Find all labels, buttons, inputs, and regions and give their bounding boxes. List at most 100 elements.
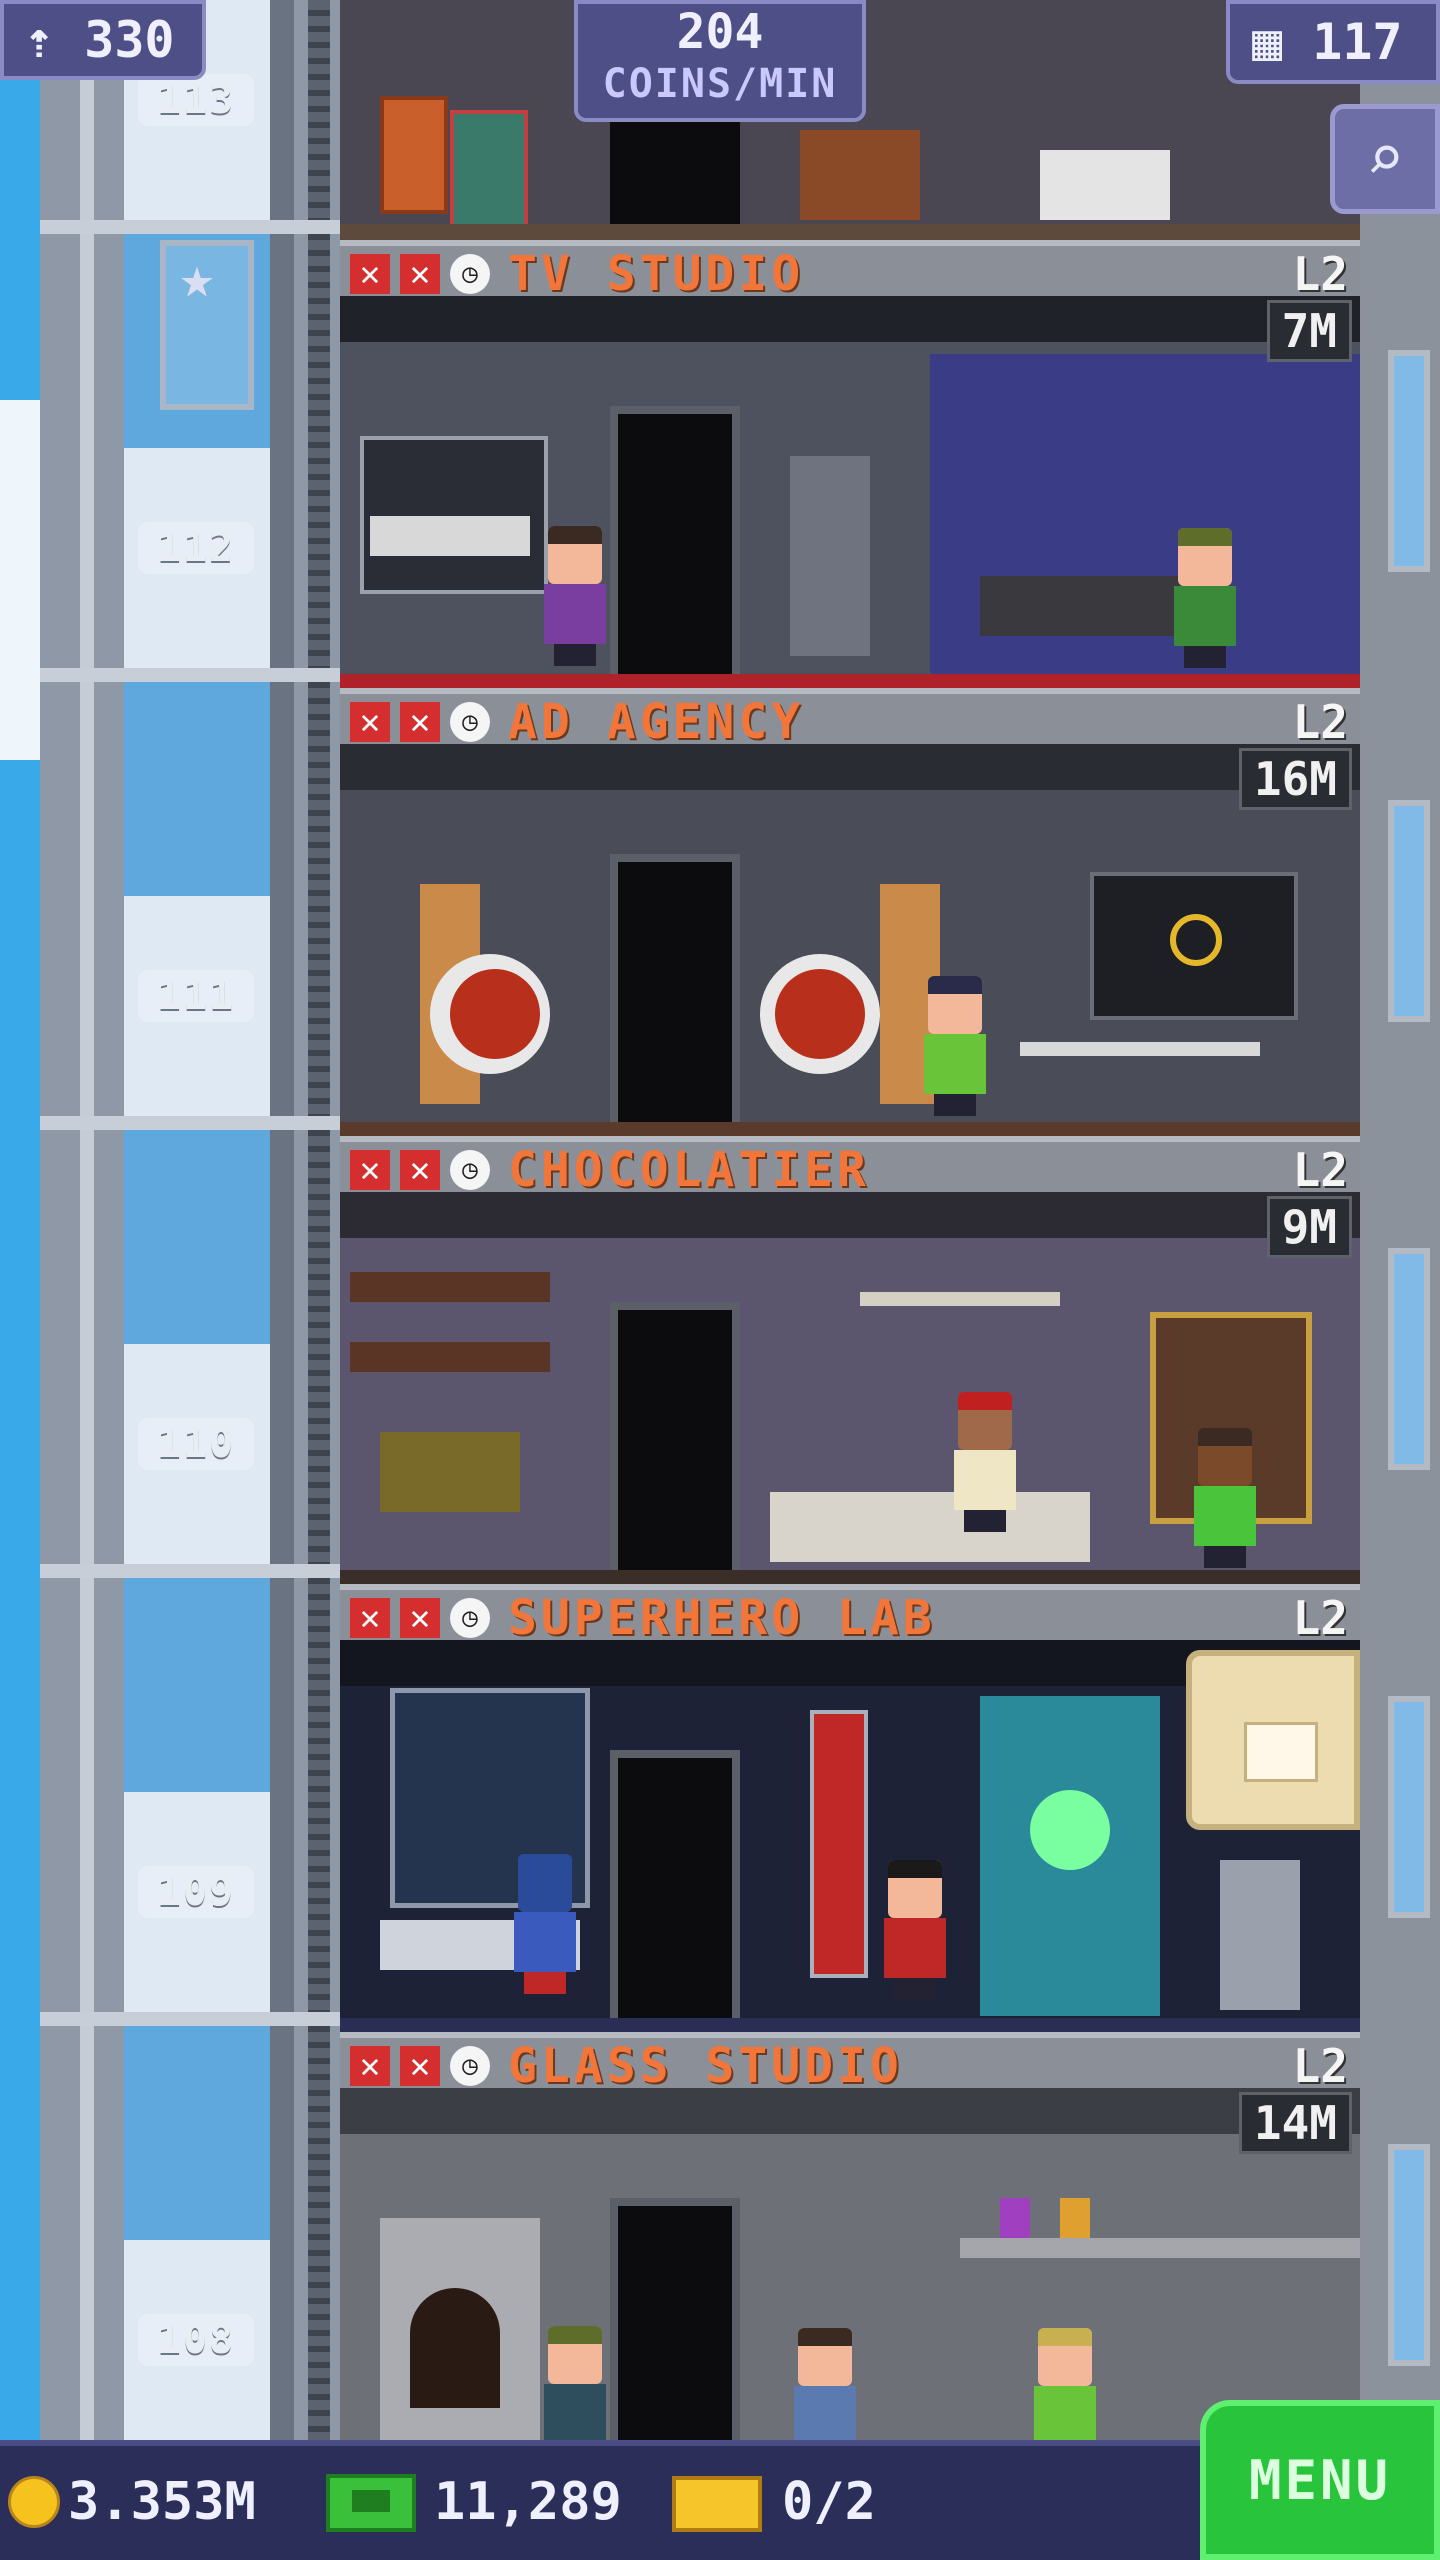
clock-icon: ◷: [450, 254, 490, 294]
shelf: [960, 2238, 1360, 2258]
floor-name: AD AGENCY: [508, 694, 805, 750]
door: [610, 1750, 740, 2018]
bitizen[interactable]: [540, 526, 610, 666]
x-icon[interactable]: ✕: [400, 2046, 440, 2086]
floor-name: SUPERHERO LAB: [508, 1590, 936, 1646]
restock-timer: 9M: [1266, 1196, 1352, 1258]
ticket-icon: [672, 2476, 762, 2532]
bitizen[interactable]: [950, 1392, 1020, 1532]
door: [610, 854, 740, 1122]
restock-timer: 14M: [1238, 2092, 1352, 2154]
crate-icon: [1244, 1722, 1318, 1782]
magnifier-icon[interactable]: ⌕: [1330, 104, 1440, 214]
globe-hologram: [1030, 1790, 1110, 1870]
painting: [450, 110, 528, 228]
floor-chocolatier[interactable]: ✕ ✕ ◷ CHOCOLATIER L2 9M: [340, 1136, 1360, 1584]
restock-timer: 16M: [1238, 748, 1352, 810]
vase: [1000, 2198, 1030, 2238]
clock-icon: ◷: [450, 1598, 490, 1638]
person-up-icon: ⇡: [24, 11, 55, 69]
bitizen[interactable]: [510, 1854, 580, 1994]
floor-level: L2: [1292, 1143, 1348, 1197]
window: [1388, 350, 1430, 572]
star-icon: ★: [179, 243, 215, 311]
floor-level: L2: [1292, 1591, 1348, 1645]
door: [610, 1302, 740, 1570]
floor-level: L2: [1292, 695, 1348, 749]
monitor-wall: [360, 436, 548, 594]
floor-name: GLASS STUDIO: [508, 2038, 903, 2094]
game-screen: { "hud": { "population": "330", "coins_p…: [0, 0, 1440, 2560]
furniture: [800, 130, 920, 220]
elevator-floor-number: 109: [138, 1866, 254, 1918]
floor-level: L2: [1292, 2039, 1348, 2093]
tickets-value[interactable]: 0/2: [782, 2470, 876, 2534]
elevator-floor-number: 112: [138, 522, 254, 574]
elevator-floor-number: 111: [138, 970, 254, 1022]
window: [1388, 2144, 1430, 2366]
bitizen[interactable]: [1190, 1428, 1260, 1568]
build-crate-button[interactable]: [1186, 1650, 1360, 1830]
bitizen[interactable]: [880, 1860, 950, 2000]
clock-icon: ◷: [450, 2046, 490, 2086]
x-icon[interactable]: ✕: [350, 1150, 390, 1190]
window: [1388, 800, 1430, 1022]
elevator-floor-number: 113: [138, 74, 254, 126]
door: [610, 406, 740, 674]
population-counter[interactable]: ⇡ 330: [0, 0, 206, 80]
kiln-opening: [410, 2288, 500, 2408]
painting: [380, 96, 448, 214]
coins-per-min-unit: COINS/MIN: [602, 61, 838, 107]
x-icon[interactable]: ✕: [350, 2046, 390, 2086]
floor-header: ✕ ✕ ◷ TV STUDIO L2: [340, 240, 1360, 300]
menu-button[interactable]: MENU: [1200, 2400, 1440, 2560]
elevator-floor-number: 108: [138, 2314, 254, 2366]
counter: [770, 1492, 1090, 1562]
door: [610, 2198, 740, 2466]
shelf: [350, 1272, 550, 1302]
chocolate-pot: [380, 1432, 520, 1512]
clock-icon: ◷: [450, 1150, 490, 1190]
window: [1388, 1248, 1430, 1470]
room-interior[interactable]: 7M: [340, 296, 1360, 688]
x-icon[interactable]: ✕: [400, 254, 440, 294]
x-icon[interactable]: ✕: [400, 1598, 440, 1638]
x-icon[interactable]: ✕: [350, 1598, 390, 1638]
x-icon[interactable]: ✕: [400, 1150, 440, 1190]
shelf: [350, 1342, 550, 1372]
floor-name: TV STUDIO: [508, 246, 805, 302]
room-interior[interactable]: 9M: [340, 1192, 1360, 1584]
floor-name: CHOCOLATIER: [508, 1142, 870, 1198]
control-desk: [370, 516, 530, 556]
coins-per-min-value: 204: [676, 4, 764, 60]
floor-header: ✕ ✕ ◷ GLASS STUDIO L2: [340, 2032, 1360, 2092]
floor-level: L2: [1292, 247, 1348, 301]
floor-tv-studio[interactable]: ✕ ✕ ◷ TV STUDIO L2 7M: [340, 240, 1360, 688]
x-icon[interactable]: ✕: [400, 702, 440, 742]
floors-value: 117: [1312, 13, 1403, 71]
x-icon[interactable]: ✕: [350, 702, 390, 742]
room-interior[interactable]: 16M: [340, 744, 1360, 1136]
floor-ad-agency[interactable]: ✕ ✕ ◷ AD AGENCY L2 16M: [340, 688, 1360, 1136]
shelf: [860, 1292, 1060, 1306]
building-icon: ▦: [1252, 13, 1283, 71]
coins-value[interactable]: 3.353M: [68, 2470, 256, 2534]
bux-value[interactable]: 11,289: [434, 2470, 622, 2534]
floor-header: ✕ ✕ ◷ CHOCOLATIER L2: [340, 1136, 1360, 1196]
floor-header: ✕ ✕ ◷ SUPERHERO LAB L2: [340, 1584, 1360, 1644]
terminal: [1220, 1860, 1300, 2010]
bitizen[interactable]: [1170, 528, 1240, 668]
sky: [0, 0, 40, 2440]
desk: [1020, 1042, 1260, 1056]
restock-timer: 7M: [1266, 300, 1352, 362]
sofa: [980, 576, 1180, 636]
bitizen[interactable]: [920, 976, 990, 1116]
vase: [1060, 2198, 1090, 2238]
coins-per-minute[interactable]: 204 COINS/MIN: [574, 0, 866, 122]
bux-icon: [326, 2474, 416, 2532]
cloud: [0, 400, 40, 760]
floors-counter[interactable]: ▦ 117: [1226, 0, 1440, 84]
elevator-track: [308, 0, 330, 2440]
x-icon[interactable]: ✕: [350, 254, 390, 294]
coin-icon: [8, 2476, 60, 2528]
